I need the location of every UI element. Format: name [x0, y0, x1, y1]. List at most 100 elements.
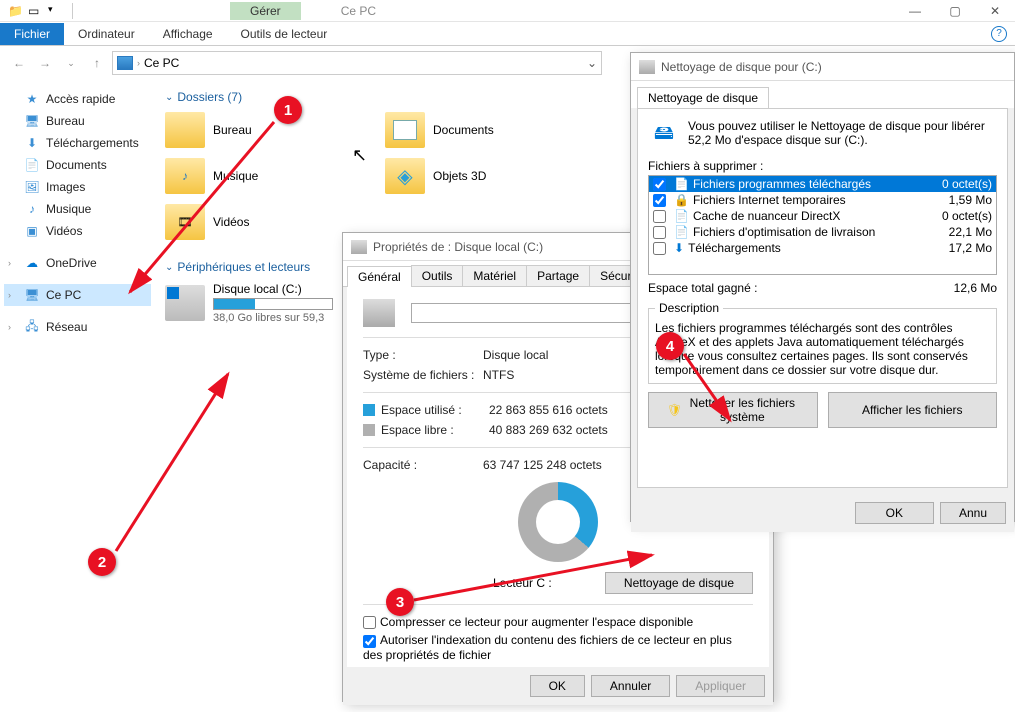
sidebar: ★Accès rapide 🖥Bureau ⬇Téléchargements 📄…: [0, 80, 155, 712]
tab-tools[interactable]: Outils: [411, 265, 464, 286]
file-row[interactable]: 📄Cache de nuanceur DirectX0 octet(s): [649, 208, 996, 224]
folder-item[interactable]: Bureau: [165, 112, 345, 148]
folder-icon: [385, 112, 425, 148]
tab-cleanup[interactable]: Nettoyage de disque: [637, 87, 769, 108]
drive-letter-label: Lecteur C :: [493, 576, 552, 590]
lock-icon: 🔒: [674, 193, 689, 207]
cleanup-icon: 🖴: [648, 119, 680, 151]
up-button[interactable]: ↑: [86, 52, 108, 74]
qat-dropdown[interactable]: ▾: [48, 4, 62, 18]
used-label: Espace utilisé :: [381, 403, 489, 417]
tab-computer[interactable]: Ordinateur: [64, 23, 149, 45]
total-label: Espace total gagné :: [648, 281, 757, 295]
annotation-badge-3: 3: [386, 588, 414, 616]
file-checkbox[interactable]: [653, 194, 666, 207]
capacity-value: 63 747 125 248 octets: [483, 458, 602, 472]
apply-button[interactable]: Appliquer: [676, 675, 765, 697]
download-icon: ⬇: [674, 241, 684, 255]
files-list[interactable]: 📄Fichiers programmes téléchargés0 octet(…: [648, 175, 997, 275]
file-row[interactable]: 📄Fichiers d'optimisation de livraison22,…: [649, 224, 996, 240]
star-icon: ★: [24, 91, 40, 107]
sidebar-this-pc[interactable]: ›🖥Ce PC: [4, 284, 151, 306]
drive-free-text: 38,0 Go libres sur 59,3: [213, 312, 333, 324]
maximize-button[interactable]: ▢: [935, 0, 975, 22]
file-row[interactable]: 🔒Fichiers Internet temporaires1,59 Mo: [649, 192, 996, 208]
sidebar-item[interactable]: 📄Documents: [4, 154, 151, 176]
show-files-button[interactable]: Afficher les fichiers: [828, 392, 998, 428]
sidebar-network[interactable]: ›🖧Réseau: [4, 316, 151, 338]
file-checkbox[interactable]: [653, 242, 666, 255]
folder-item[interactable]: 🎞Vidéos: [165, 204, 345, 240]
sidebar-item[interactable]: ⬇Téléchargements: [4, 132, 151, 154]
folder-icon: 🎞: [165, 204, 205, 240]
minimize-button[interactable]: —: [895, 0, 935, 22]
sidebar-item[interactable]: ♪Musique: [4, 198, 151, 220]
capacity-label: Capacité :: [363, 458, 483, 472]
sidebar-quick-access[interactable]: ★Accès rapide: [4, 88, 151, 110]
tab-drivetools[interactable]: Outils de lecteur: [227, 23, 342, 45]
sidebar-item[interactable]: ▣Vidéos: [4, 220, 151, 242]
shield-icon: 🛡: [667, 403, 682, 417]
document-icon: 📄: [24, 157, 40, 173]
drive-name: Disque local (C:): [213, 282, 333, 296]
cancel-button[interactable]: Annuler: [591, 675, 670, 697]
close-button[interactable]: ✕: [975, 0, 1015, 22]
tab-hardware[interactable]: Matériel: [462, 265, 527, 286]
music-icon: ♪: [24, 201, 40, 217]
ok-button[interactable]: OK: [530, 675, 585, 697]
titlebar: 📁 ▭ ▾ Gérer Ce PC — ▢ ✕: [0, 0, 1015, 22]
clean-system-files-button[interactable]: 🛡Nettoyer les fichiers système: [648, 392, 818, 428]
address-path[interactable]: › Ce PC ⌄: [112, 51, 602, 75]
folder-item[interactable]: ◈Objets 3D: [385, 158, 565, 194]
cancel-button[interactable]: Annu: [940, 502, 1006, 524]
free-swatch: [363, 424, 375, 436]
description-legend: Description: [655, 301, 723, 315]
history-dropdown[interactable]: ⌄: [60, 52, 82, 74]
chevron-down-icon[interactable]: ⌄: [587, 56, 597, 70]
free-value: 40 883 269 632 octets: [489, 423, 608, 437]
download-icon: ⬇: [24, 135, 40, 151]
compress-checkbox[interactable]: Compresser ce lecteur pour augmenter l'e…: [363, 615, 693, 629]
tab-view[interactable]: Affichage: [149, 23, 227, 45]
disk-cleanup-dialog: Nettoyage de disque pour (C:) Nettoyage …: [630, 52, 1015, 522]
props-icon[interactable]: ▭: [28, 4, 42, 18]
file-row[interactable]: 📄Fichiers programmes téléchargés0 octet(…: [649, 176, 996, 192]
dialog-title: Nettoyage de disque pour (C:): [631, 53, 1014, 81]
file-checkbox[interactable]: [653, 210, 666, 223]
manage-tab[interactable]: Gérer: [230, 2, 301, 20]
ok-button[interactable]: OK: [855, 502, 934, 524]
folder-item[interactable]: Documents: [385, 112, 565, 148]
used-value: 22 863 855 616 octets: [489, 403, 608, 417]
desktop-icon: 🖥: [24, 113, 40, 129]
folder-icon: ♪: [165, 158, 205, 194]
sidebar-onedrive[interactable]: ›☁OneDrive: [4, 252, 151, 274]
tab-general[interactable]: Général: [347, 266, 412, 287]
video-icon: ▣: [24, 223, 40, 239]
cursor-icon: ↖: [352, 145, 367, 166]
folder-icon: ◈: [385, 158, 425, 194]
forward-button[interactable]: →: [34, 52, 56, 74]
annotation-badge-1: 1: [274, 96, 302, 124]
drive-icon: [351, 240, 367, 254]
fs-value: NTFS: [483, 368, 514, 382]
file-row[interactable]: ⬇Téléchargements17,2 Mo: [649, 240, 996, 256]
back-button[interactable]: ←: [8, 52, 30, 74]
image-icon: 🖼: [24, 179, 40, 195]
sidebar-item[interactable]: 🖼Images: [4, 176, 151, 198]
sidebar-item[interactable]: 🖥Bureau: [4, 110, 151, 132]
annotation-badge-2: 2: [88, 548, 116, 576]
pc-icon: [117, 56, 133, 70]
description-text: Les fichiers programmes téléchargés sont…: [655, 321, 990, 377]
file-checkbox[interactable]: [653, 226, 666, 239]
disk-cleanup-button[interactable]: Nettoyage de disque: [605, 572, 753, 594]
index-checkbox[interactable]: Autoriser l'indexation du contenu des fi…: [363, 633, 732, 661]
folder-item[interactable]: ♪Musique: [165, 158, 345, 194]
help-icon[interactable]: ?: [991, 26, 1007, 42]
tab-sharing[interactable]: Partage: [526, 265, 590, 286]
file-checkbox[interactable]: [653, 178, 666, 191]
free-label: Espace libre :: [381, 423, 489, 437]
file-icon: 📄: [674, 209, 689, 223]
pc-icon: 🖥: [24, 287, 40, 303]
tab-file[interactable]: Fichier: [0, 23, 64, 45]
breadcrumb[interactable]: Ce PC: [144, 56, 179, 70]
